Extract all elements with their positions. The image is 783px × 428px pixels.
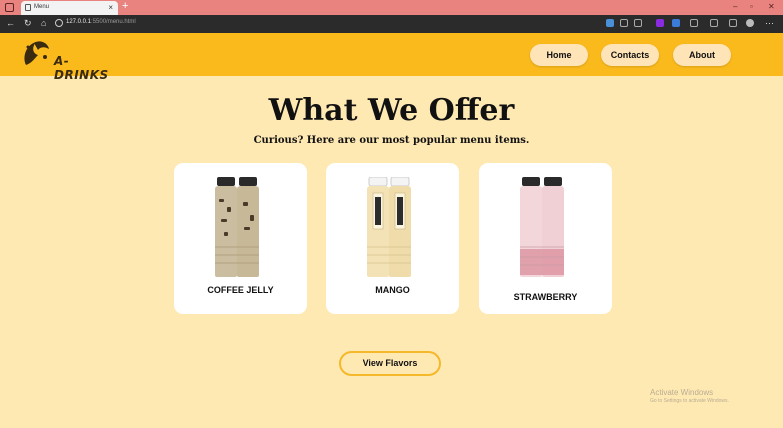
nav-home-button[interactable]: Home: [530, 44, 588, 66]
menu-item-name: COFFEE JELLY: [207, 285, 274, 295]
extension-icon[interactable]: [606, 19, 614, 27]
back-icon[interactable]: ←: [6, 18, 15, 28]
mango-bottles-image: [367, 177, 411, 277]
more-icon[interactable]: ⋯: [765, 18, 774, 29]
site-info-icon[interactable]: [55, 19, 63, 27]
menu-card-coffee-jelly[interactable]: COFFEE JELLY: [174, 163, 307, 314]
read-aloud-icon[interactable]: [620, 19, 628, 27]
refresh-icon[interactable]: ↻: [24, 18, 32, 29]
favorites-icon[interactable]: [710, 19, 718, 27]
new-tab-icon[interactable]: +: [122, 0, 128, 12]
view-flavors-button[interactable]: View Flavors: [339, 351, 441, 376]
url-field[interactable]: 127.0.0.1:5500/menu.html: [66, 19, 136, 25]
watermark-subtitle: Go to Settings to activate Windows.: [650, 398, 729, 404]
extensions-icon[interactable]: [690, 19, 698, 27]
close-window-icon[interactable]: ✕: [768, 2, 775, 11]
page-icon: [25, 4, 31, 11]
splash-logo-icon: [24, 41, 49, 65]
nav-contacts-button[interactable]: Contacts: [601, 44, 659, 66]
menu-card-mango[interactable]: MANGO: [326, 163, 459, 314]
tab-title: Menu: [34, 4, 50, 10]
collections-icon[interactable]: [729, 19, 737, 27]
logo-text: A-DRINKS: [54, 54, 109, 82]
app-available-icon[interactable]: [634, 19, 642, 27]
extension-purple-icon[interactable]: [656, 19, 664, 27]
url-host: 127.0.0.1: [66, 19, 92, 25]
menu-card-strawberry[interactable]: STRAWBERRY: [479, 163, 612, 314]
minimize-icon[interactable]: –: [733, 2, 737, 11]
tab-close-icon[interactable]: ×: [108, 3, 113, 12]
tab-actions-icon[interactable]: [5, 3, 14, 12]
nav-about-button[interactable]: About: [673, 44, 731, 66]
menu-item-name: MANGO: [375, 285, 410, 295]
browser-tab[interactable]: Menu ×: [21, 1, 118, 15]
extension-blue-icon[interactable]: [672, 19, 680, 27]
menu-item-name: STRAWBERRY: [513, 292, 578, 302]
url-path: :5500/menu.html: [91, 19, 136, 25]
home-icon[interactable]: ⌂: [41, 18, 46, 28]
site-logo[interactable]: A-DRINKS: [20, 37, 112, 82]
page-subtitle: Curious? Here are our most popular menu …: [253, 135, 530, 146]
coffee-jelly-bottles-image: [215, 177, 259, 277]
page-title: What We Offer: [268, 93, 515, 128]
activate-windows-watermark: Activate Windows Go to Settings to activ…: [650, 388, 729, 404]
profile-avatar[interactable]: [746, 19, 754, 27]
maximize-icon[interactable]: ▫: [750, 2, 753, 11]
watermark-title: Activate Windows: [650, 388, 714, 397]
strawberry-bottles-image: [520, 177, 564, 277]
site-header: A-DRINKS Home Contacts About: [0, 33, 783, 82]
address-bar: ← ↻ ⌂ 127.0.0.1:5500/menu.html ⋯: [0, 15, 783, 33]
browser-tab-bar: Menu × + – ▫ ✕: [0, 0, 783, 15]
